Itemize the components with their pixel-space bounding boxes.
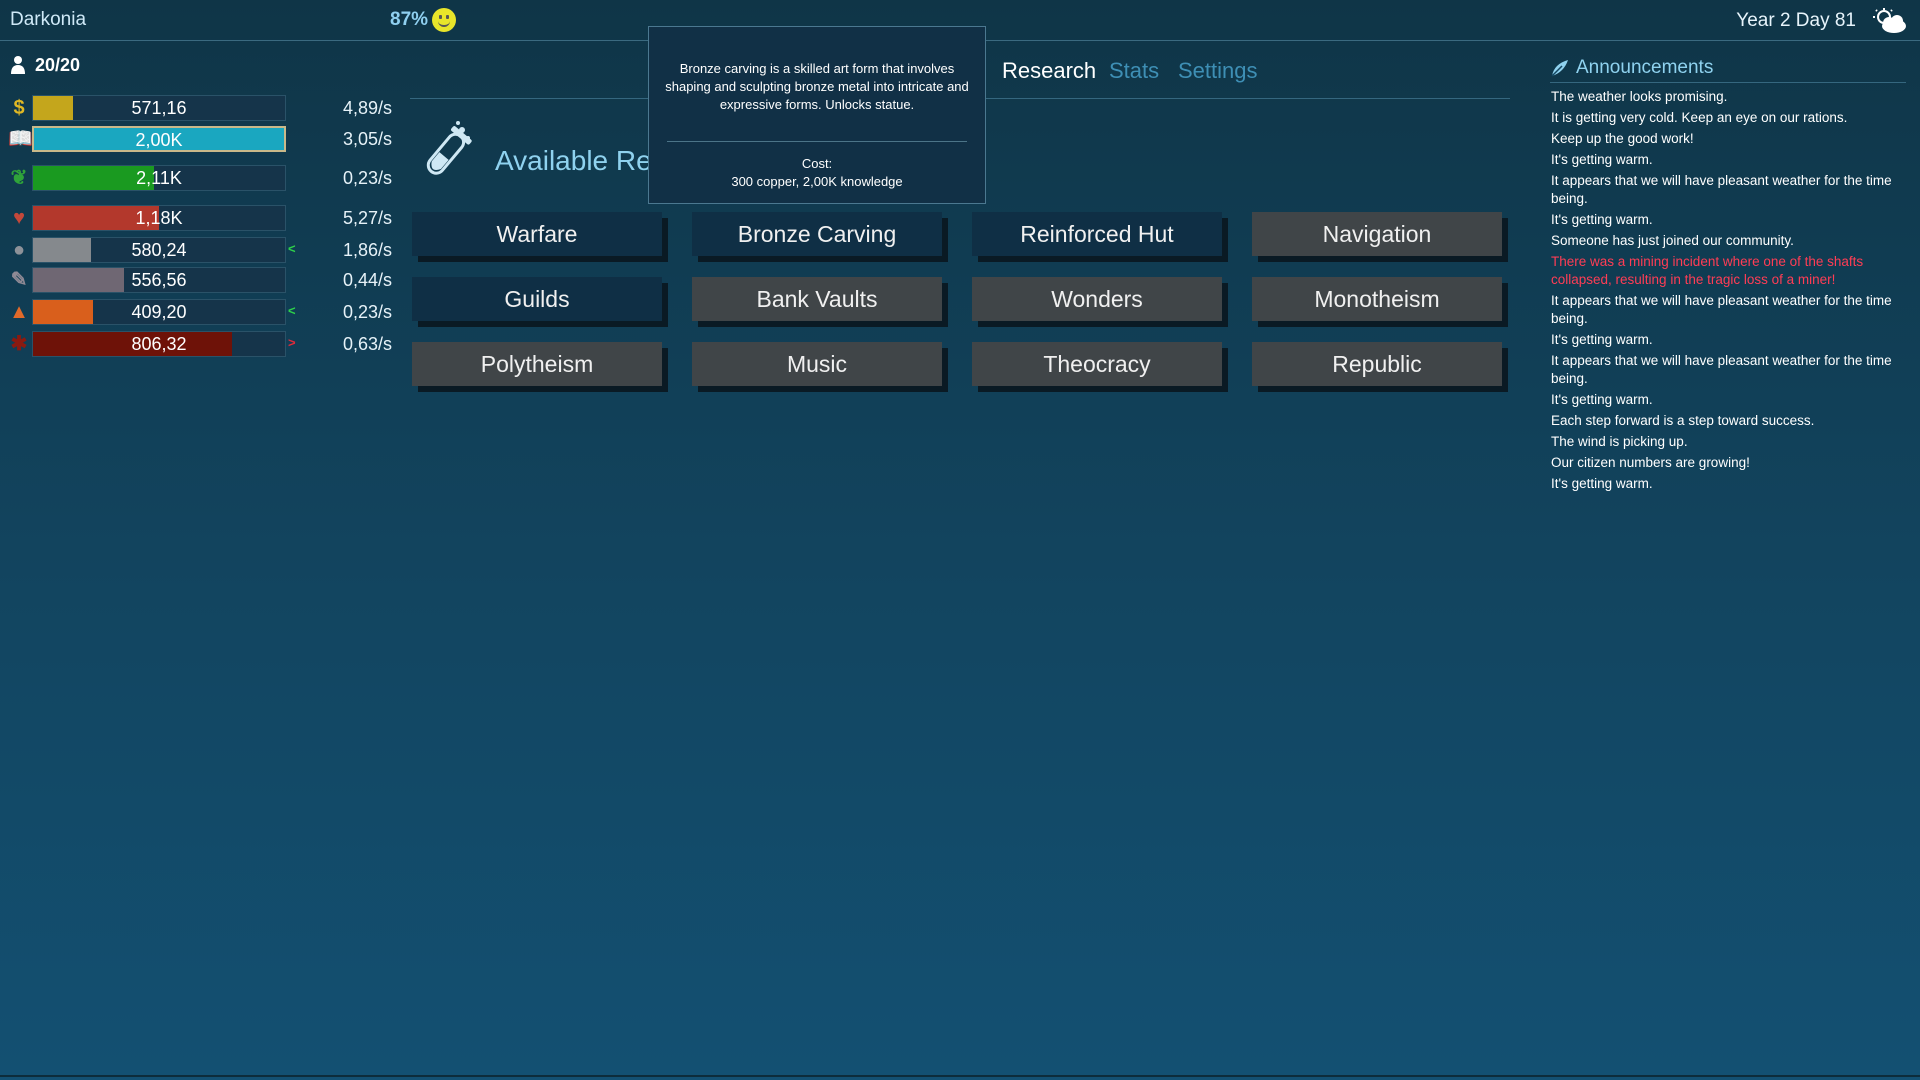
resource-row[interactable]: $571,16 4,89/s (8, 94, 408, 122)
bottom-edge (0, 1075, 1920, 1077)
resource-value: 2,00K (135, 130, 183, 150)
research-button-theocracy[interactable]: Theocracy (972, 342, 1222, 386)
resource-bar: 556,56 (32, 267, 286, 293)
resource-bar: 1,18K (32, 205, 286, 231)
announcement-item: It's getting warm. (1551, 212, 1653, 227)
announcement-item: It appears that we will have pleasant we… (1551, 173, 1892, 206)
resource-value: 409,20 (131, 302, 187, 322)
announcements-divider (1550, 82, 1906, 83)
tool-icon: ✎ (10, 269, 28, 291)
copper-icon: ▲ (9, 301, 29, 323)
game-date: Year 2 Day 81 (1736, 10, 1856, 31)
stone-icon: ● (12, 239, 26, 261)
research-button-reinforced-hut[interactable]: Reinforced Hut (972, 212, 1222, 256)
happiness-value: 87% (390, 9, 429, 30)
resource-bar: 580,24 (32, 237, 286, 263)
research-button-monotheism[interactable]: Monotheism (1252, 277, 1502, 321)
resource-row[interactable]: ● 580,24 <1,86/s (8, 236, 408, 264)
announcement-item: It appears that we will have pleasant we… (1551, 293, 1892, 326)
announcement-item: There was a mining incident where one of… (1551, 254, 1864, 287)
resource-value: 580,24 (131, 240, 187, 260)
resource-rate: 3,05/s (342, 129, 392, 149)
tab-research[interactable]: Research (1002, 58, 1096, 84)
announcement-item: It appears that we will have pleasant we… (1551, 353, 1892, 386)
announcements-list: The weather looks promising. It is gettin… (1551, 88, 1907, 496)
resource-rate: 0,23/s (342, 168, 392, 188)
resource-value: 806,32 (131, 334, 187, 354)
research-tooltip: Bronze carving is a skilled art form tha… (648, 26, 986, 204)
resource-rate: 1,86/s (342, 240, 392, 260)
announcement-item: It is getting very cold. Keep an eye on … (1551, 110, 1848, 125)
resource-rate: 4,89/s (342, 98, 392, 118)
research-button-republic[interactable]: Republic (1252, 342, 1502, 386)
resource-row[interactable]: 📖 2,00K 3,05/s (8, 125, 408, 153)
resource-rate: 5,27/s (342, 208, 392, 228)
announcement-item: It's getting warm. (1551, 476, 1653, 491)
announcement-item: Each step forward is a step toward succe… (1551, 413, 1815, 428)
research-button-bronze-carving[interactable]: Bronze Carving (692, 212, 942, 256)
city-name: Darkonia (10, 9, 87, 30)
announcement-item: It's getting warm. (1551, 152, 1653, 167)
research-button-polytheism[interactable]: Polytheism (412, 342, 662, 386)
wheat-icon: ❦ (10, 167, 28, 189)
population-count: 20/20 (35, 55, 81, 75)
resource-row[interactable]: ✱ 806,32 >0,63/s (8, 330, 408, 358)
meat-icon: ♥ (13, 207, 25, 229)
research-button-warfare[interactable]: Warfare (412, 212, 662, 256)
resource-row[interactable]: ✎ 556,56 0,44/s (8, 266, 408, 294)
leather-icon: ✱ (10, 333, 28, 355)
announcement-item: Someone has just joined our community. (1551, 233, 1794, 248)
resource-value: 2,11K (136, 168, 182, 188)
announcement-item: Keep up the good work! (1551, 131, 1694, 146)
trend-indicator: < (288, 241, 296, 256)
flask-icon (426, 121, 472, 175)
research-button-guilds[interactable]: Guilds (412, 277, 662, 321)
research-button-navigation[interactable]: Navigation (1252, 212, 1502, 256)
resource-bar: 2,11K (32, 165, 286, 191)
resource-bar: 571,16 (32, 95, 286, 121)
resource-rate: 0,23/s (342, 302, 392, 322)
resource-row[interactable]: ♥ 1,18K 5,27/s (8, 204, 408, 232)
announcements-title: Announcements (1576, 57, 1714, 78)
cloudy-sun-icon (1873, 8, 1906, 33)
announcement-item: Our citizen numbers are growing! (1551, 455, 1750, 470)
research-button-music[interactable]: Music (692, 342, 942, 386)
resource-bar: 2,00K (32, 126, 286, 152)
research-button-wonders[interactable]: Wonders (972, 277, 1222, 321)
announcement-item: The weather looks promising. (1551, 89, 1728, 104)
tooltip-cost-label: Cost: (801, 156, 833, 171)
resource-value: 571,16 (131, 98, 187, 118)
resource-row[interactable]: ❦ 2,11K 0,23/s (8, 164, 408, 192)
tooltip-divider (667, 141, 967, 142)
tab-settings[interactable]: Settings (1178, 58, 1258, 84)
resource-rate: 0,44/s (342, 270, 392, 290)
trend-indicator: < (288, 303, 296, 318)
research-button-bank-vaults[interactable]: Bank Vaults (692, 277, 942, 321)
book-icon: 📖 (8, 128, 33, 150)
resource-bar: 409,20 (32, 299, 286, 325)
resource-value: 556,56 (131, 270, 187, 290)
announcement-item: It's getting warm. (1551, 332, 1653, 347)
trend-indicator: > (288, 335, 296, 350)
tooltip-description: Bronze carving is a skilled art form tha… (665, 61, 969, 112)
resource-row[interactable]: ▲ 409,20 <0,23/s (8, 298, 408, 326)
quill-icon (1551, 60, 1568, 77)
tooltip-cost: 300 copper, 2,00K knowledge (731, 174, 903, 189)
dollar-icon: $ (13, 97, 25, 119)
announcement-item: It's getting warm. (1551, 392, 1653, 407)
person-icon (11, 56, 25, 74)
announcement-item: The wind is picking up. (1551, 434, 1688, 449)
smiley-face-icon (432, 8, 456, 32)
tab-stats[interactable]: Stats (1109, 58, 1159, 84)
resource-rate: 0,63/s (342, 334, 392, 354)
resource-value: 1,18K (135, 208, 183, 228)
resource-bar: 806,32 (32, 331, 286, 357)
